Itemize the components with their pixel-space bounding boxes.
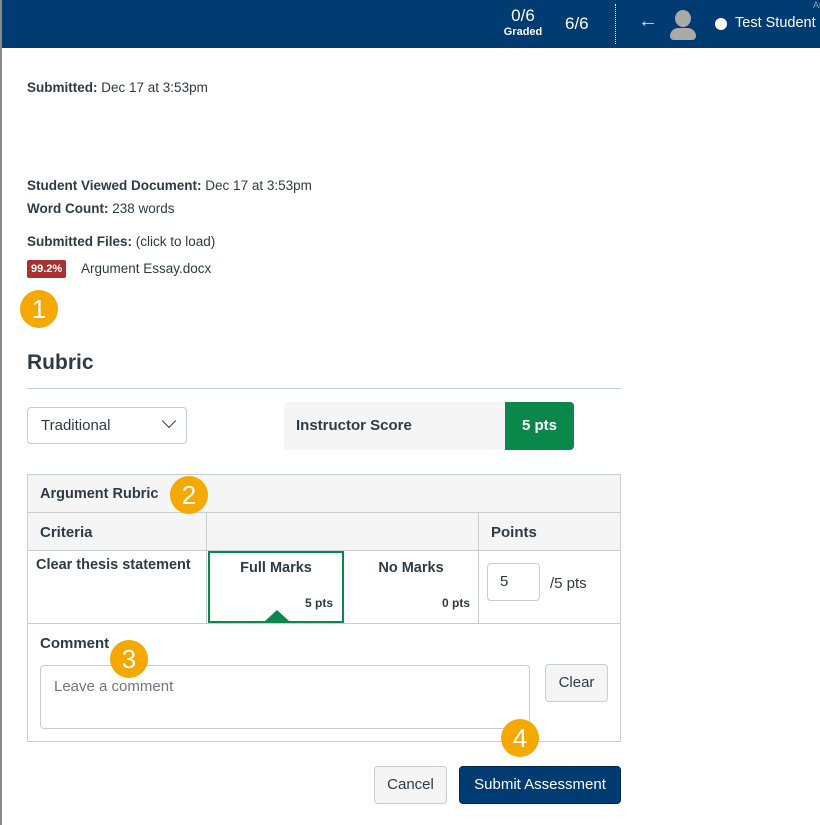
marker-3: 3 [110, 640, 148, 678]
chevron-down-icon [161, 413, 177, 429]
file-link[interactable]: Argument Essay.docx [81, 261, 211, 276]
divider [615, 4, 616, 44]
points-input[interactable]: 5 [487, 563, 540, 601]
divider [27, 388, 621, 389]
rating-no-marks[interactable]: No Marks 0 pts [346, 551, 476, 623]
rubric-view-select[interactable]: Traditional [27, 407, 187, 444]
points-max: /5 pts [550, 575, 587, 592]
comment-label: Comment [40, 635, 110, 652]
top-bar: 0/6 Graded 6/6 ← Test Student Au [2, 0, 820, 48]
rubric-table: Argument Rubric Criteria Points Clear th… [27, 474, 621, 742]
originality-badge[interactable]: 99.2% [27, 260, 67, 278]
criterion-label: Clear thesis statement [36, 557, 191, 573]
rubric-title: Argument Rubric [40, 486, 159, 502]
marker-1: 1 [20, 290, 58, 328]
back-arrow-icon[interactable]: ← [638, 10, 658, 33]
cancel-button[interactable]: Cancel [374, 766, 447, 804]
selected-indicator-icon [265, 610, 289, 621]
status-dot-icon [715, 18, 727, 30]
avatar[interactable] [669, 10, 697, 40]
submit-assessment-button[interactable]: Submit Assessment [459, 766, 621, 804]
graded-status: 0/6 Graded [503, 6, 543, 38]
marker-2: 2 [170, 476, 208, 514]
viewed-info: Student Viewed Document: Dec 17 at 3:53p… [27, 178, 312, 193]
comment-textarea[interactable]: Leave a comment [40, 665, 530, 729]
submitted-info: Submitted: Dec 17 at 3:53pm [27, 80, 208, 95]
rubric-heading: Rubric [27, 351, 94, 374]
clear-button[interactable]: Clear [545, 664, 608, 702]
submitted-files-label: Submitted Files: (click to load) [27, 234, 216, 249]
criteria-header: Criteria [40, 524, 93, 541]
word-count: Word Count: 238 words [27, 201, 175, 216]
marker-4: 4 [501, 719, 539, 757]
student-count: 6/6 [565, 14, 589, 33]
rating-full-marks[interactable]: Full Marks 5 pts [208, 551, 344, 623]
instructor-score-panel: Instructor Score 5 pts [284, 402, 574, 450]
student-selector[interactable]: Test Student [735, 15, 816, 31]
instructor-score: 5 pts [505, 402, 574, 450]
points-header: Points [491, 524, 537, 541]
